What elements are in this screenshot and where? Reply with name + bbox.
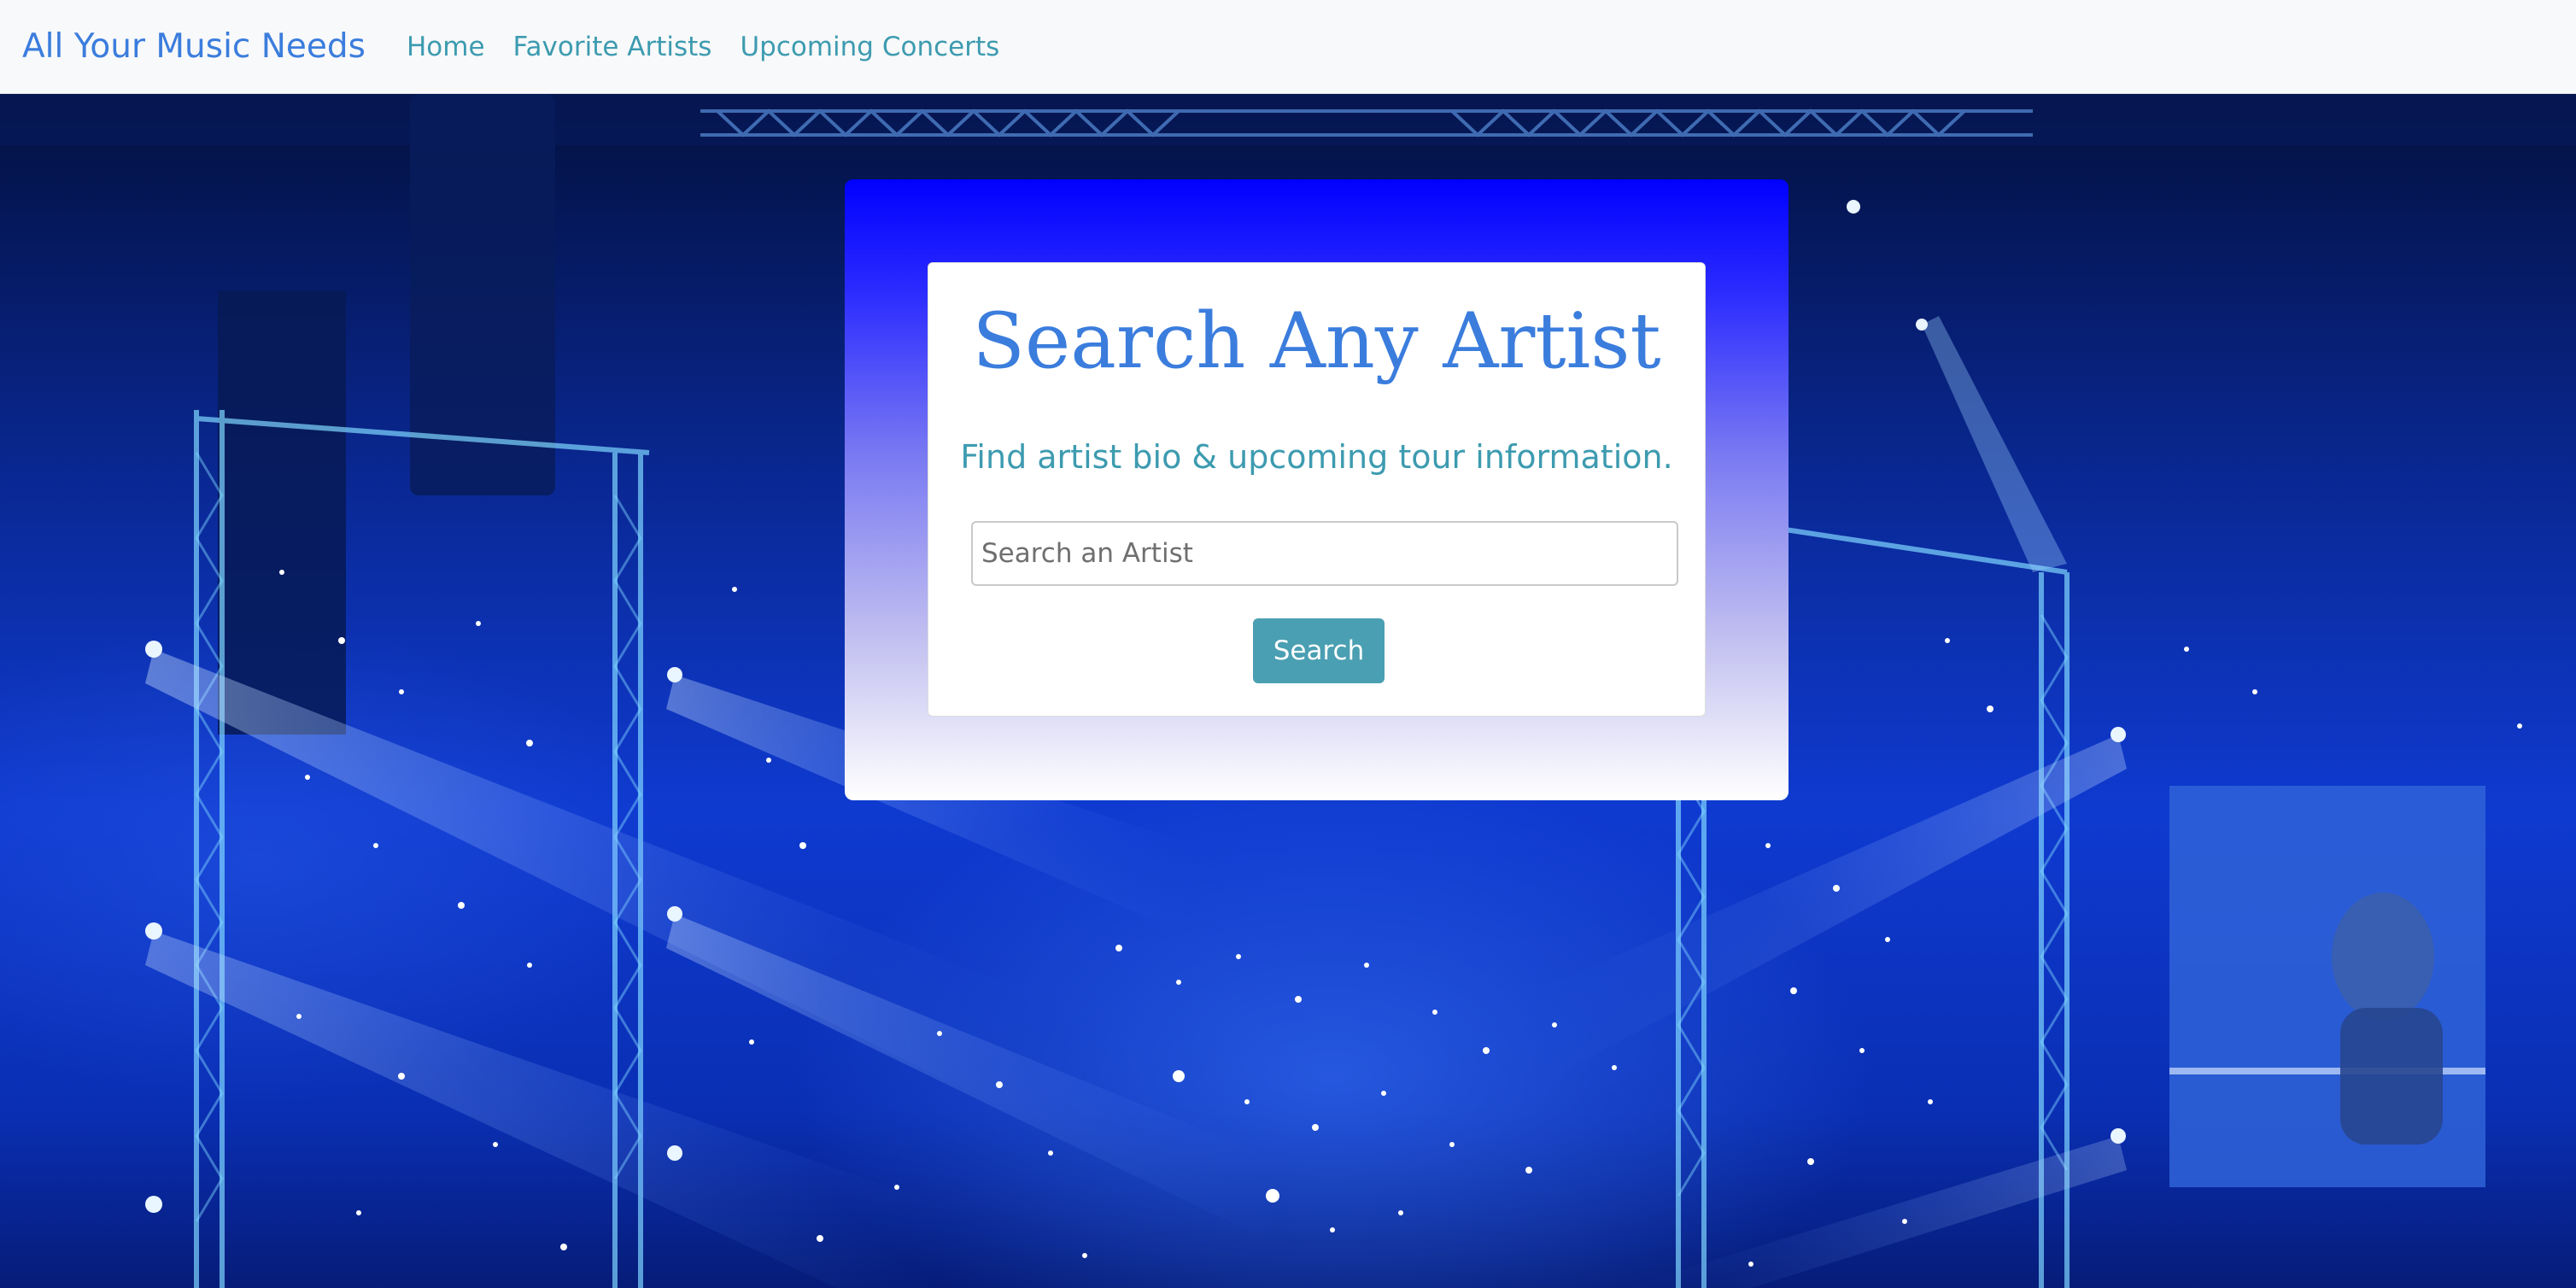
page-title: Search Any Artist — [972, 296, 1661, 386]
nav-link-upcoming-concerts[interactable]: Upcoming Concerts — [740, 32, 999, 62]
top-navbar: All Your Music Needs Home Favorite Artis… — [0, 0, 2576, 94]
search-button[interactable]: Search — [1253, 618, 1385, 683]
nav-link-home[interactable]: Home — [407, 32, 485, 62]
search-jumbotron: Search Any Artist Find artist bio & upco… — [845, 179, 1789, 800]
artist-search-input[interactable] — [971, 521, 1678, 586]
nav-link-favorite-artists[interactable]: Favorite Artists — [513, 32, 712, 62]
page-subtitle: Find artist bio & upcoming tour informat… — [960, 438, 1673, 476]
search-card: Search Any Artist Find artist bio & upco… — [928, 262, 1706, 717]
brand-link[interactable]: All Your Music Needs — [22, 27, 366, 66]
